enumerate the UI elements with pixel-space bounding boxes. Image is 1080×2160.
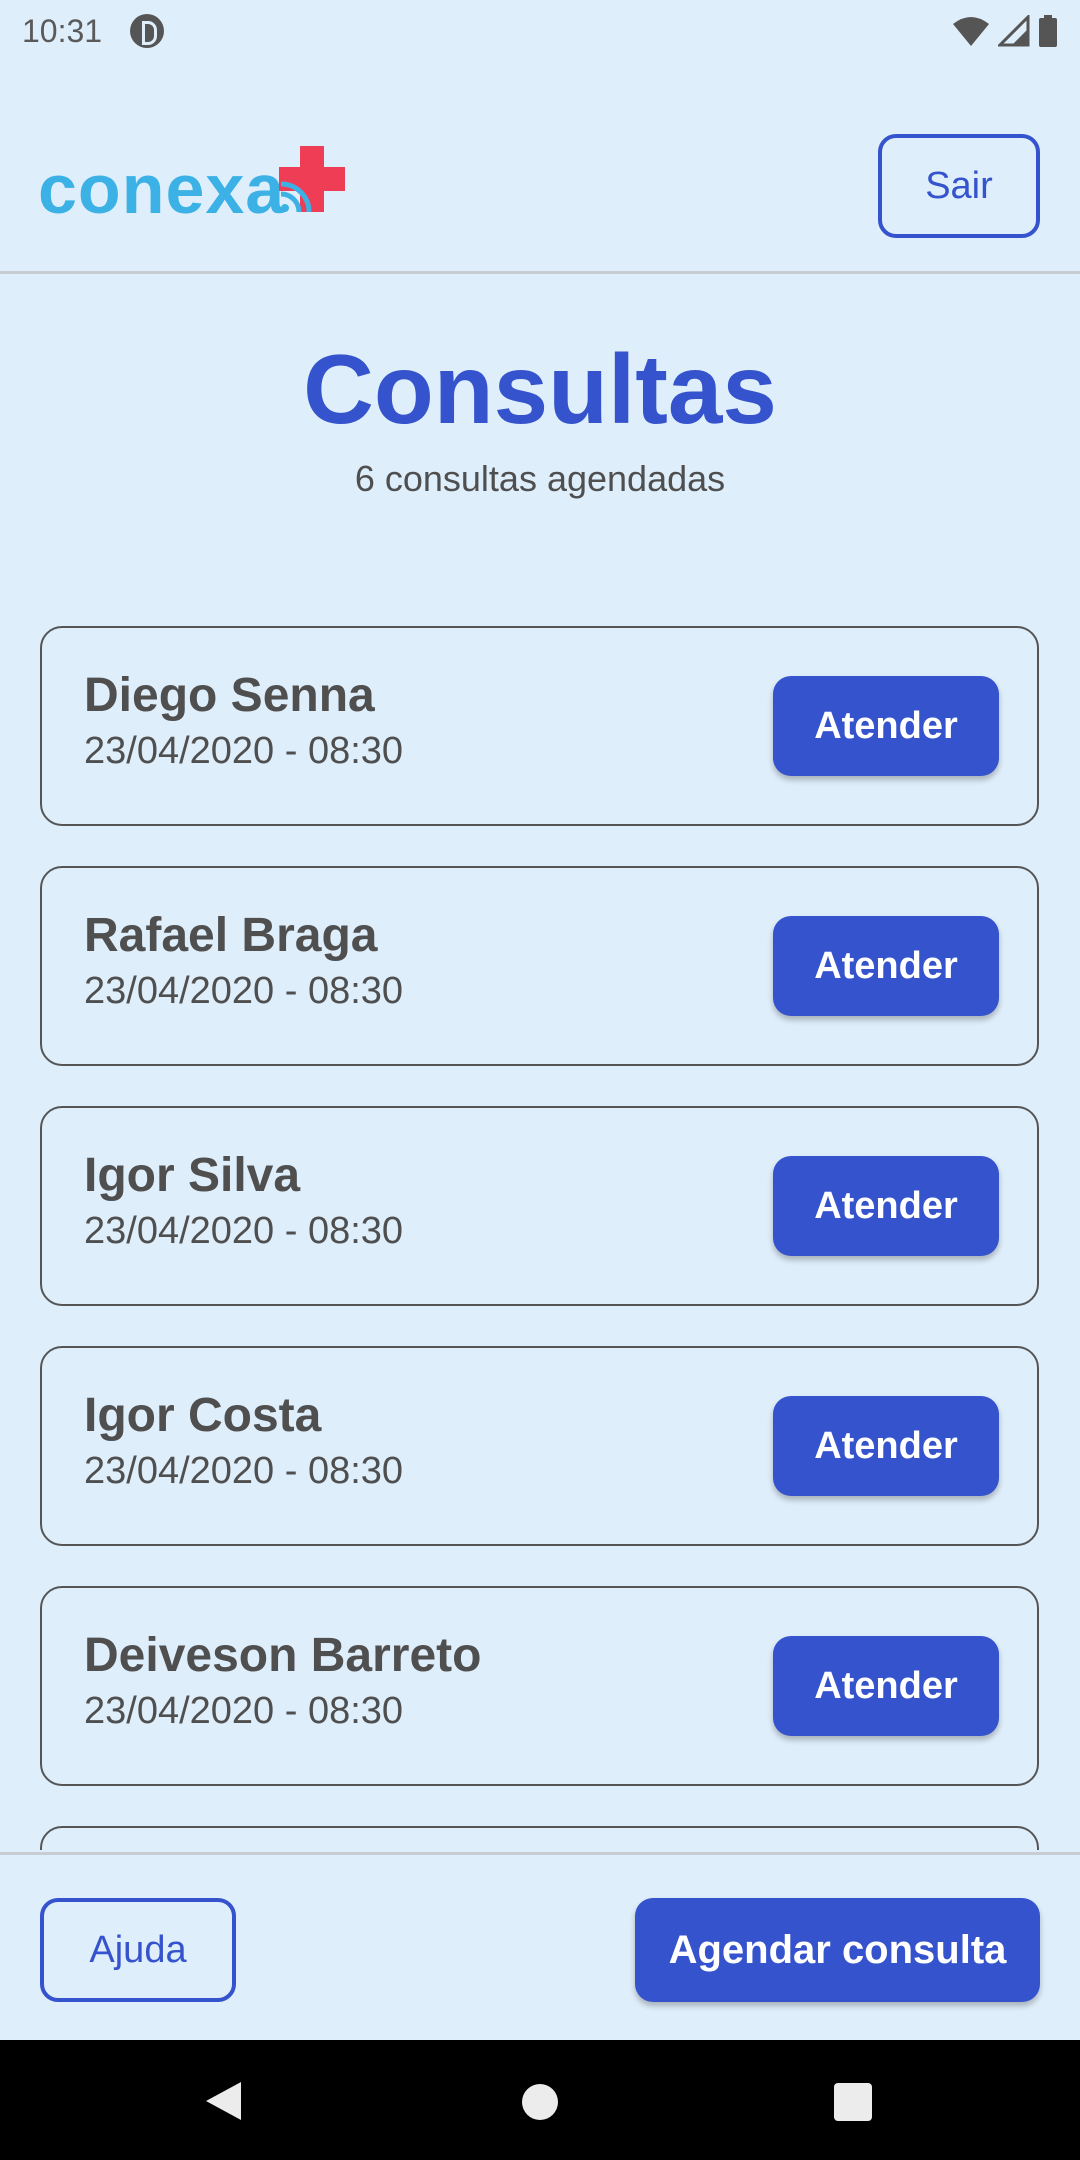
patient-name: Igor Silva [84,1149,301,1202]
patient-name: Diego Senna [84,669,375,722]
appointment-card: Rafael Braga 23/04/2020 - 08:30 Atender [40,866,1039,1066]
patient-name: Deiveson Barreto [84,1629,482,1682]
attend-button[interactable]: Atender [773,1636,999,1736]
footer-bar: Ajuda Agendar consulta [0,1852,1080,2040]
signal-icon [998,15,1030,47]
appointment-datetime: 23/04/2020 - 08:30 [84,730,404,772]
medical-cross-icon [279,146,346,213]
appointment-datetime: 23/04/2020 - 08:30 [84,1210,404,1252]
patient-name: Igor Costa [84,1389,322,1442]
appointment-card: Igor Costa 23/04/2020 - 08:30 Atender [40,1346,1039,1546]
app-header: conexa Sair [0,62,1080,274]
status-left: 10:31 [22,12,165,50]
status-right [952,15,1058,47]
schedule-appointment-button[interactable]: Agendar consulta [635,1898,1040,2002]
attend-button[interactable]: Atender [773,1396,999,1496]
status-time: 10:31 [22,12,103,49]
back-icon[interactable] [203,2080,243,2122]
help-button[interactable]: Ajuda [40,1898,236,2002]
attend-button[interactable]: Atender [773,676,999,776]
recents-icon[interactable] [834,2083,872,2121]
status-bar: 10:31 [0,0,1080,62]
appointment-list[interactable]: Diego Senna 23/04/2020 - 08:30 Atender R… [0,600,1080,1850]
page-title: Consultas [303,334,777,444]
appointment-card: Diego Senna 23/04/2020 - 08:30 Atender [40,626,1039,826]
page-subtitle: 6 consultas agendadas [354,458,726,499]
patient-name: Rafael Braga [84,909,378,962]
logo-text: conexa [38,150,286,228]
appointment-datetime: 23/04/2020 - 08:30 [84,1450,404,1492]
appointment-card: Igor Silva 23/04/2020 - 08:30 Atender [40,1106,1039,1306]
app-notification-icon [130,14,165,48]
appointment-datetime: 23/04/2020 - 08:30 [84,970,404,1012]
conexa-logo: conexa [38,146,347,228]
attend-button[interactable]: Atender [773,1156,999,1256]
battery-icon [1039,15,1057,47]
appointment-card [40,1826,1039,1850]
appointment-datetime: 23/04/2020 - 08:30 [84,1690,404,1732]
wifi-icon [953,17,989,46]
attend-button[interactable]: Atender [773,916,999,1016]
system-nav-bar [0,2040,1080,2160]
logout-button[interactable]: Sair [878,134,1040,238]
appointment-card: Deiveson Barreto 23/04/2020 - 08:30 Aten… [40,1586,1039,1786]
home-icon[interactable] [522,2084,558,2120]
